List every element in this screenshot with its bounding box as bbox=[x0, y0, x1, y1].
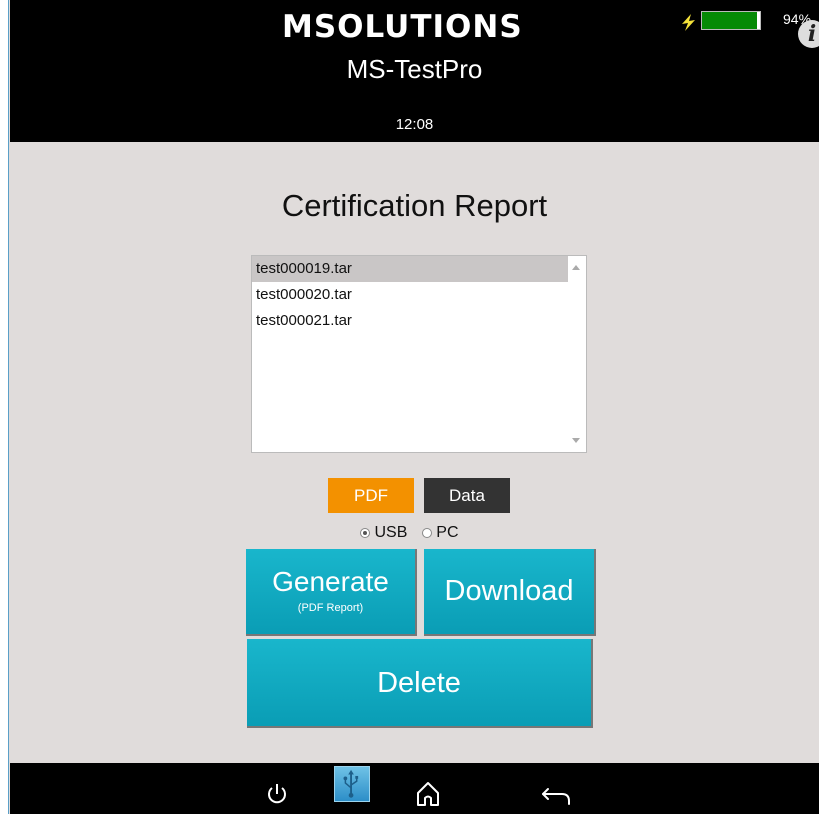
scrollbar[interactable] bbox=[568, 256, 586, 452]
list-item[interactable]: test000020.tar bbox=[252, 282, 568, 308]
bottom-nav-bar bbox=[10, 763, 819, 814]
delete-button[interactable]: Delete bbox=[247, 639, 593, 728]
pc-radio-label: PC bbox=[436, 524, 459, 541]
destination-selector: USB PC bbox=[0, 524, 819, 542]
usb-radio[interactable] bbox=[360, 527, 371, 538]
list-item[interactable]: test000019.tar bbox=[252, 256, 568, 282]
window-edge bbox=[0, 0, 9, 814]
scroll-up-icon[interactable] bbox=[572, 265, 580, 270]
pdf-format-button[interactable]: PDF bbox=[328, 478, 414, 513]
page-title: Certification Report bbox=[281, 188, 548, 223]
battery-fill bbox=[702, 12, 757, 29]
home-icon[interactable] bbox=[415, 780, 441, 808]
ms-solutions-logo: MSOLUTIONS bbox=[282, 9, 523, 45]
scroll-down-icon[interactable] bbox=[572, 438, 580, 443]
usb-radio-label: USB bbox=[374, 524, 408, 541]
generate-sublabel: (PDF Report) bbox=[297, 602, 364, 614]
power-icon[interactable] bbox=[264, 781, 290, 807]
usb-icon[interactable] bbox=[334, 766, 370, 802]
pc-radio[interactable] bbox=[422, 527, 433, 538]
back-icon[interactable] bbox=[540, 782, 572, 808]
header: MSOLUTIONS MS-TestPro 12:08 94% i bbox=[10, 0, 819, 142]
usb-radio-option[interactable]: USB bbox=[360, 524, 407, 542]
file-list[interactable]: test000019.tar test000020.tar test000021… bbox=[251, 255, 587, 453]
list-item[interactable]: test000021.tar bbox=[252, 308, 568, 334]
lightning-icon bbox=[682, 14, 695, 31]
info-icon[interactable]: i bbox=[798, 20, 819, 48]
data-format-button[interactable]: Data bbox=[424, 478, 510, 513]
clock: 12:08 bbox=[395, 116, 434, 133]
generate-label: Generate bbox=[272, 566, 389, 597]
download-button[interactable]: Download bbox=[424, 549, 596, 636]
battery-indicator bbox=[701, 11, 761, 30]
app-title: MS-TestPro bbox=[346, 54, 483, 84]
generate-button[interactable]: Generate (PDF Report) bbox=[246, 549, 417, 636]
pc-radio-option[interactable]: PC bbox=[422, 524, 459, 542]
